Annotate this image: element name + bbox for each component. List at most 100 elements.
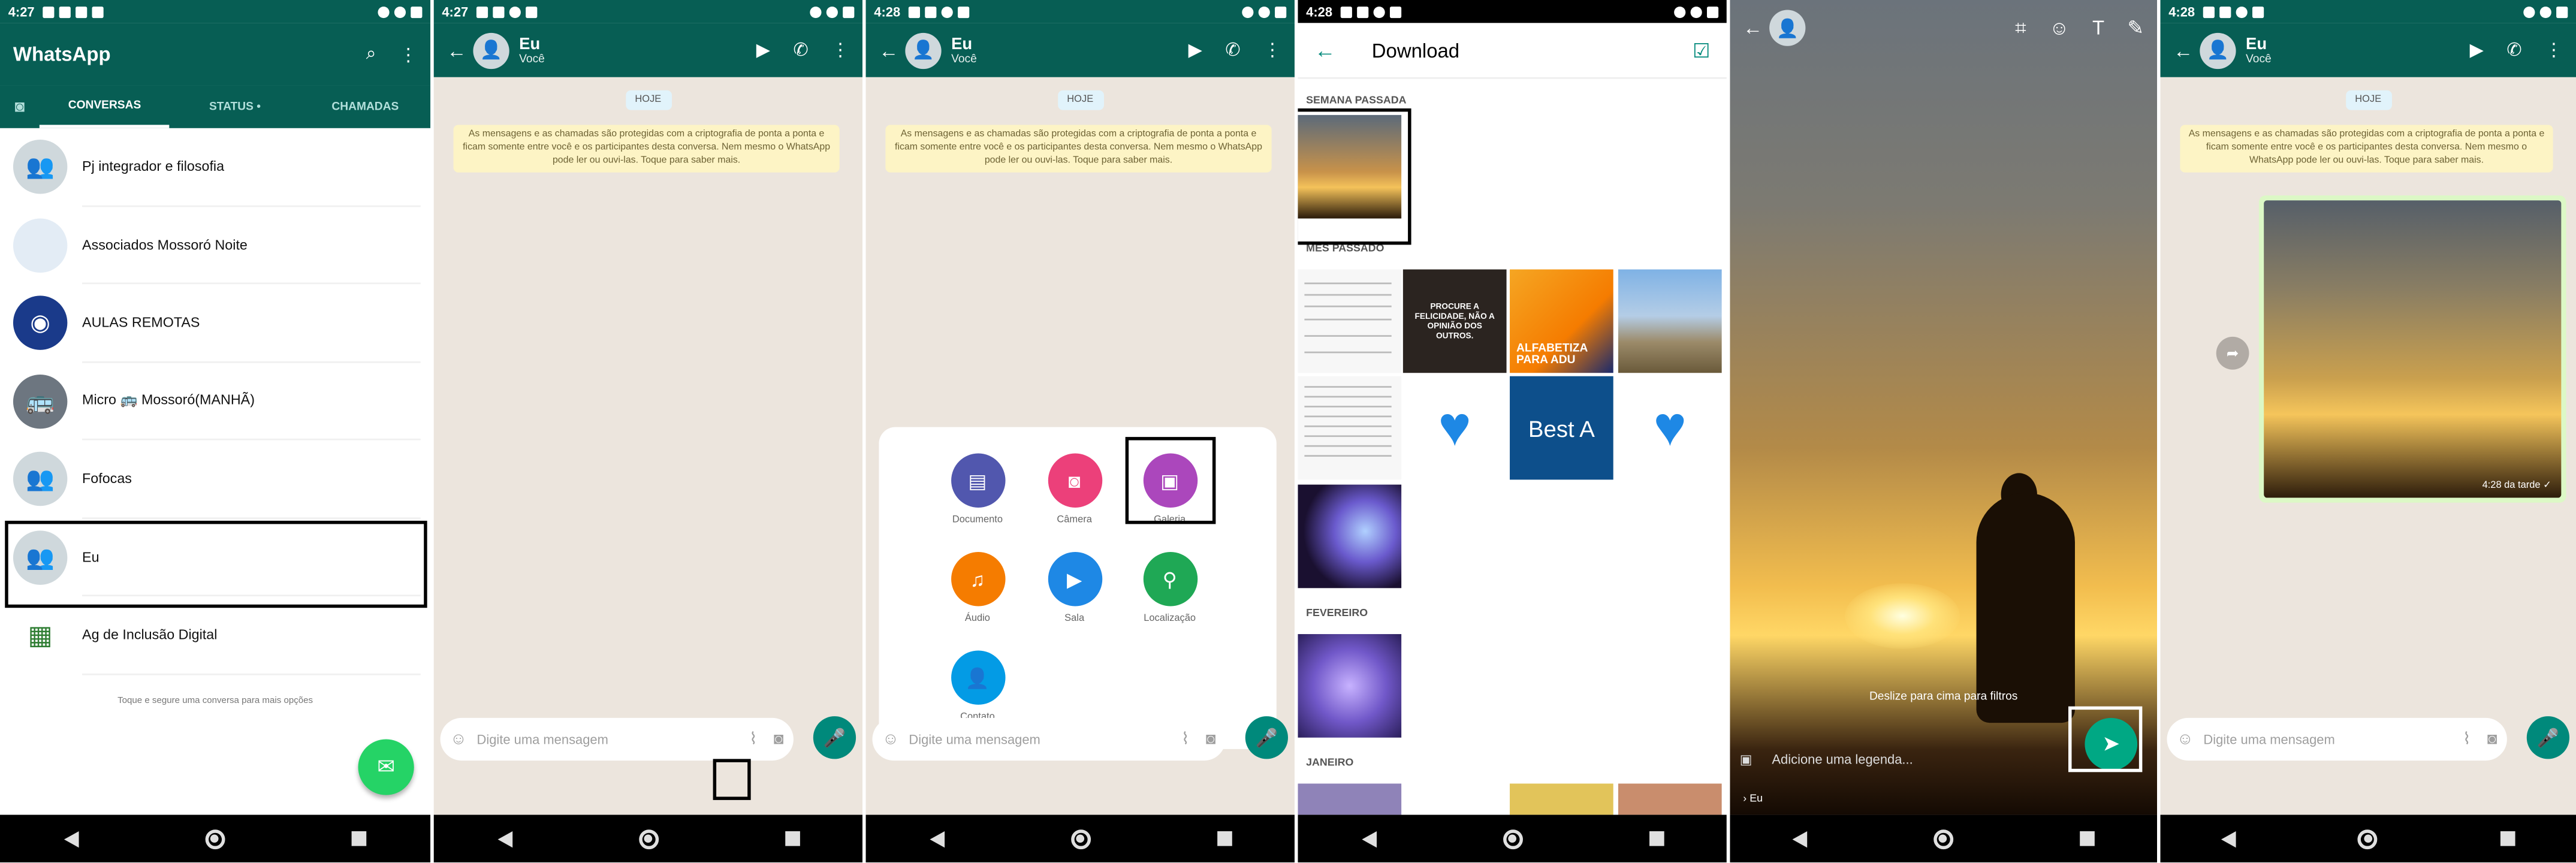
emoji-icon[interactable]: ☺ (2177, 730, 2194, 748)
image-thumbnail[interactable] (1618, 783, 1722, 815)
nav-back-icon[interactable] (497, 830, 512, 847)
multi-select-icon[interactable]: ☑ (1693, 38, 1711, 61)
message-input[interactable]: Digite uma mensagem (909, 732, 1181, 747)
emoji-icon[interactable]: ☺ (2049, 16, 2070, 40)
tab-status[interactable]: STATUS • (170, 88, 300, 126)
mic-button[interactable]: 🎤 (813, 716, 856, 759)
attach-camera[interactable]: ◙ Câmera (1025, 453, 1123, 526)
image-thumbnail[interactable] (1618, 269, 1722, 373)
nav-recent-icon[interactable] (2500, 831, 2515, 846)
more-options-icon[interactable]: ⋮ (399, 44, 417, 65)
video-call-icon[interactable]: ▶ (2470, 40, 2484, 61)
message-input[interactable]: Digite uma mensagem (2203, 732, 2463, 747)
nav-recent-icon[interactable] (1648, 831, 1664, 846)
back-arrow-icon[interactable]: ← (879, 38, 898, 61)
crop-icon[interactable]: ⌗ (2015, 16, 2026, 40)
image-thumbnail[interactable]: ♥ (1402, 376, 1507, 480)
image-thumbnail[interactable] (1298, 484, 1402, 589)
attach-location[interactable]: ⚲ Localização (1120, 551, 1218, 624)
encryption-notice[interactable]: As mensagens e as chamadas são protegida… (453, 125, 840, 174)
emoji-icon[interactable]: ☺ (882, 730, 899, 748)
nav-back-icon[interactable] (1361, 830, 1376, 847)
camera-icon[interactable]: ◙ (1206, 730, 1216, 748)
attach-audio[interactable]: ♫ Áudio (928, 551, 1027, 624)
image-thumbnail[interactable]: PROCURE A FELICIDADE, NÃO A OPINIÃO DOS … (1402, 269, 1507, 373)
camera-tab-icon[interactable]: ◙ (0, 85, 40, 129)
nav-back-icon[interactable] (2221, 830, 2237, 847)
nav-home-icon[interactable] (1070, 828, 1090, 849)
image-thumbnail[interactable] (1298, 376, 1402, 480)
nav-back-icon[interactable] (929, 830, 944, 847)
contact-avatar[interactable]: 👤 (2200, 32, 2236, 68)
nav-home-icon[interactable] (1933, 828, 1954, 849)
nav-back-icon[interactable] (63, 830, 79, 847)
gmail-icon (526, 5, 538, 17)
image-thumbnail[interactable] (1298, 269, 1402, 373)
chat-row[interactable]: ◉ AULAS REMOTAS (0, 284, 430, 363)
nav-recent-icon[interactable] (1216, 831, 1232, 846)
message-input[interactable]: Digite uma mensagem (477, 732, 750, 747)
mic-button[interactable]: 🎤 (1245, 716, 1288, 759)
forward-icon[interactable]: ➦ (2216, 336, 2249, 370)
nav-back-icon[interactable] (1793, 830, 1808, 847)
nav-home-icon[interactable] (2358, 828, 2378, 849)
video-call-icon[interactable]: ▶ (1189, 40, 1202, 61)
camera-icon[interactable]: ◙ (2487, 730, 2497, 748)
nav-home-icon[interactable] (638, 828, 658, 849)
video-call-icon[interactable]: ▶ (756, 40, 770, 61)
attach-room[interactable]: ▶ Sala (1025, 551, 1123, 624)
search-icon[interactable]: ⌕ (366, 44, 376, 65)
image-thumbnail[interactable] (1298, 783, 1402, 815)
nav-recent-icon[interactable] (784, 831, 800, 846)
add-image-icon[interactable]: ▣ (1740, 752, 1752, 767)
image-thumbnail[interactable] (1510, 783, 1613, 815)
chat-row[interactable]: ▦ Ag de Inclusão Digital (0, 596, 430, 675)
pencil-icon[interactable]: ✎ (2128, 16, 2144, 40)
nav-recent-icon[interactable] (2079, 831, 2094, 846)
nav-recent-icon[interactable] (352, 831, 367, 846)
text-icon[interactable]: T (2092, 16, 2104, 40)
nav-home-icon[interactable] (1502, 828, 1522, 849)
chat-row[interactable]: 🚌 Micro 🚌 Mossoró(MANHÃ) (0, 362, 430, 440)
more-options-icon[interactable]: ⋮ (831, 40, 849, 61)
attach-icon[interactable]: ⌇ (749, 730, 757, 748)
chat-row[interactable]: 👥 Fofocas (0, 440, 430, 518)
encryption-notice[interactable]: As mensagens e as chamadas são protegida… (2180, 125, 2553, 174)
image-thumbnail[interactable]: Best A (1510, 376, 1613, 480)
chat-row[interactable]: 👥 Pj integrador e filosofia (0, 128, 430, 207)
back-arrow-icon[interactable]: ← (2173, 38, 2193, 61)
tab-conversas[interactable]: CONVERSAS (39, 86, 170, 128)
encryption-notice[interactable]: As mensagens e as chamadas são protegida… (885, 125, 1272, 174)
more-options-icon[interactable]: ⋮ (1263, 40, 1281, 61)
chat-title[interactable]: Eu (519, 35, 545, 53)
emoji-icon[interactable]: ☺ (450, 730, 467, 748)
chat-title[interactable]: Eu (951, 35, 977, 53)
attach-icon[interactable]: ⌇ (1181, 730, 1189, 748)
caption-input[interactable]: Adicione uma legenda... (1772, 752, 1913, 767)
contact-avatar[interactable]: 👤 (473, 32, 509, 68)
chat-title[interactable]: Eu (2246, 35, 2272, 53)
tab-chamadas[interactable]: CHAMADAS (300, 88, 430, 126)
nav-home-icon[interactable] (205, 828, 225, 849)
chat-row[interactable]: Associados Mossoró Noite (0, 206, 430, 285)
image-thumbnail[interactable] (1298, 634, 1402, 738)
image-thumbnail[interactable]: ♥ (1618, 376, 1722, 480)
new-chat-button[interactable]: ✉ (358, 739, 414, 795)
voice-call-icon[interactable]: ✆ (2506, 40, 2521, 61)
camera-icon[interactable]: ◙ (774, 730, 784, 748)
mic-button[interactable]: 🎤 (2526, 716, 2570, 759)
attach-document[interactable]: ▤ Documento (928, 453, 1027, 526)
attach-contact[interactable]: 👤Contato (928, 650, 1027, 723)
image-thumbnail[interactable]: ALFABETIZA PARA ADU (1510, 269, 1613, 373)
heart-icon: ♥ (1653, 396, 1687, 458)
back-arrow-icon[interactable]: ← (1743, 16, 1763, 39)
back-arrow-icon[interactable]: ← (447, 38, 467, 61)
voice-call-icon[interactable]: ✆ (1225, 40, 1240, 61)
contact-avatar[interactable]: 👤 (905, 32, 942, 68)
voice-call-icon[interactable]: ✆ (793, 40, 808, 61)
sent-image[interactable]: 4:28 da tarde ✓ (2264, 200, 2562, 498)
back-arrow-icon[interactable]: ← (1314, 38, 1336, 62)
more-options-icon[interactable]: ⋮ (2545, 40, 2563, 61)
image-message[interactable]: 4:28 da tarde ✓ (2258, 195, 2566, 503)
attach-icon[interactable]: ⌇ (2463, 730, 2471, 748)
